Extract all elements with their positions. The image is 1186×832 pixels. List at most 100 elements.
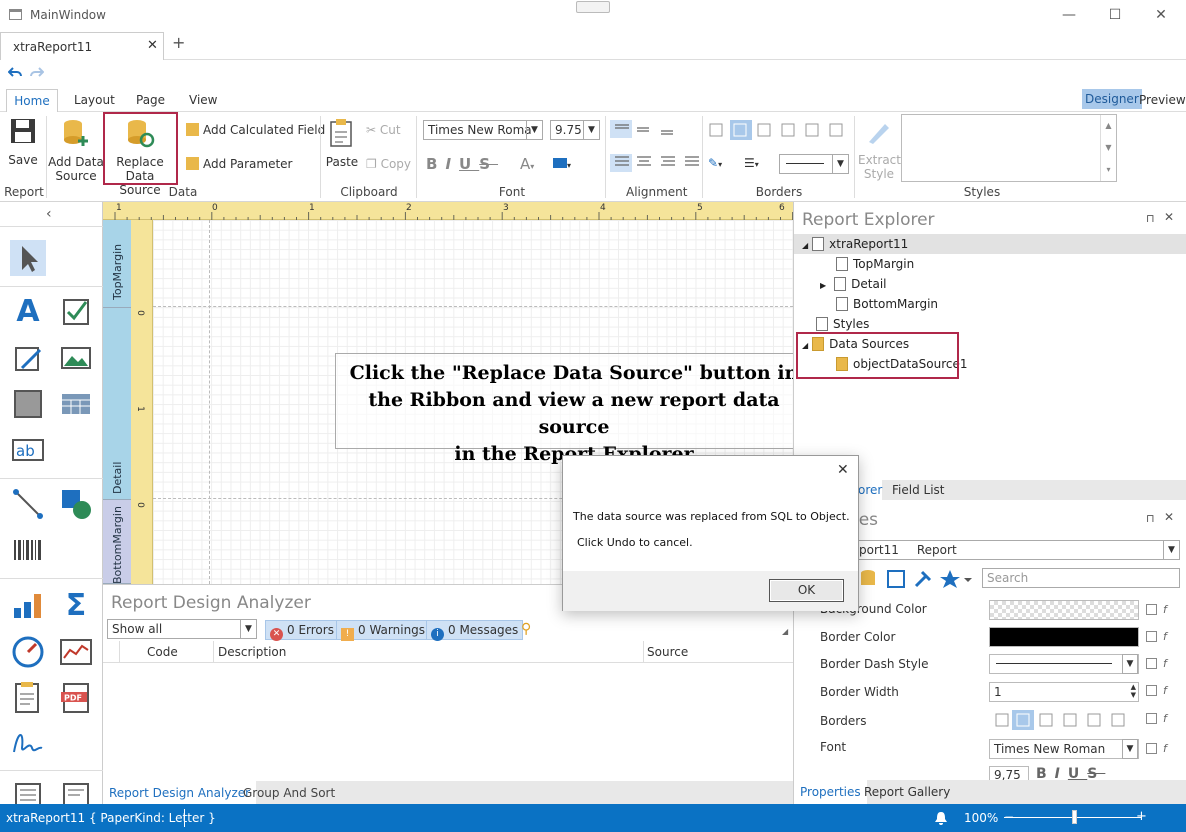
prop-checkbox[interactable] — [1146, 743, 1157, 754]
prop-checkbox[interactable] — [1146, 631, 1157, 642]
cut-button[interactable]: ✂ Cut — [366, 123, 401, 137]
pdf-tool-icon[interactable]: PDF — [58, 680, 94, 716]
pageinfo-tool-icon[interactable] — [58, 780, 94, 804]
tree-node-report[interactable]: ◢ xtraReport11 — [802, 237, 908, 251]
designer-mode-button[interactable]: Designer — [1082, 89, 1142, 109]
copy-button[interactable]: ❐ Copy — [366, 157, 411, 171]
tab-layout[interactable]: Layout — [74, 93, 115, 107]
borders-prop-icons[interactable] — [992, 710, 1142, 732]
prop-checkbox[interactable] — [1146, 713, 1157, 724]
pointer-tool[interactable] — [10, 240, 46, 276]
picture-tool-icon[interactable] — [58, 340, 94, 376]
zoom-level[interactable]: 100% — [964, 811, 998, 825]
font-size-combo[interactable]: 9.75 ▼ — [550, 120, 600, 140]
messages-filter-button[interactable]: i 0 Messages — [426, 620, 524, 641]
bell-icon[interactable] — [934, 811, 948, 825]
expression-icon[interactable]: f — [1163, 684, 1167, 697]
summary-tool-icon[interactable]: Σ — [58, 588, 94, 624]
collapse-toolbox-icon[interactable]: ‹ — [46, 206, 52, 222]
line-tool-icon[interactable] — [10, 486, 46, 522]
pin-icon[interactable]: ⊓ — [1146, 212, 1155, 225]
properties-toolbar-icons[interactable] — [860, 568, 980, 590]
close-window-button[interactable]: ✕ — [1146, 4, 1176, 26]
doc-tab-xtrareport11[interactable]: xtraReport11 ✕ — [0, 32, 164, 60]
expression-icon[interactable]: f — [1163, 657, 1167, 670]
expression-icon[interactable]: f — [1163, 630, 1167, 643]
border-color-button[interactable]: ✎▾ — [708, 156, 722, 170]
expression-icon[interactable]: f — [1163, 742, 1167, 755]
dialog-close-icon[interactable]: ✕ — [837, 462, 849, 478]
border-dash-combo-prop[interactable]: ▼ — [989, 654, 1139, 674]
prop-checkbox[interactable] — [1146, 685, 1157, 696]
border-width-spin[interactable]: 1 ▲ ▼ — [989, 682, 1139, 702]
save-button[interactable]: Save — [6, 118, 40, 167]
shape-tool-icon[interactable] — [58, 486, 94, 522]
border-width-button[interactable]: ☰▾ — [744, 156, 759, 170]
redo-icon[interactable] — [30, 66, 44, 78]
properties-close-icon[interactable]: ✕ — [1164, 510, 1174, 524]
col-description[interactable]: Description — [218, 645, 286, 659]
col-code[interactable]: Code — [147, 645, 178, 659]
report-label[interactable]: Click the "Replace Data Source" button i… — [335, 353, 793, 465]
warnings-filter-button[interactable]: ! 0 Warnings — [336, 620, 431, 641]
table-tool-icon[interactable] — [58, 386, 94, 422]
highlight-color-button[interactable]: ▾ — [553, 157, 571, 171]
analyzer-filter-combo[interactable]: Show all ▼ — [107, 619, 257, 639]
richtext-tool-icon[interactable] — [10, 340, 46, 376]
band-detail[interactable]: Detail — [103, 308, 131, 500]
zoom-slider-thumb[interactable] — [1072, 810, 1077, 824]
background-color-swatch[interactable] — [989, 600, 1139, 620]
tree-node-detail[interactable]: ▶ Detail — [820, 277, 887, 291]
new-tab-button[interactable]: + — [172, 33, 185, 52]
gallery-scroll[interactable]: ▲ ▼ ▾ — [1100, 115, 1116, 181]
tab-properties[interactable]: Properties — [794, 780, 867, 804]
tab-home[interactable]: Home — [6, 89, 58, 113]
tab-page[interactable]: Page — [136, 93, 165, 107]
col-source[interactable]: Source — [647, 645, 688, 659]
undo-icon[interactable] — [8, 66, 22, 78]
font-style-buttons[interactable]: BIUS — [426, 155, 498, 173]
add-calculated-field-button[interactable]: Add Calculated Field — [186, 123, 325, 137]
add-data-source-button[interactable]: Add Data Source — [48, 118, 104, 183]
border-dash-combo[interactable]: ▼ — [779, 154, 849, 174]
font-name-combo[interactable]: Times New Roma ▼ — [423, 120, 543, 140]
character-comb-tool-icon[interactable]: ab — [10, 432, 46, 468]
tree-node-topmargin[interactable]: TopMargin — [836, 257, 914, 271]
pin-icon[interactable]: ⊓ — [1146, 512, 1155, 525]
signature-tool-icon[interactable] — [10, 726, 46, 762]
zoom-out-icon[interactable]: − — [1004, 811, 1014, 823]
ok-button[interactable]: OK — [769, 579, 844, 602]
drag-handle[interactable] — [576, 1, 610, 13]
doc-tab-close-icon[interactable]: ✕ — [147, 38, 158, 53]
subreport-tool-icon[interactable] — [10, 680, 46, 716]
explorer-close-icon[interactable]: ✕ — [1164, 210, 1174, 224]
object-selector-combo[interactable]: port11 Report ▼ — [854, 540, 1180, 560]
band-topmargin[interactable]: TopMargin — [103, 220, 131, 308]
tree-node-styles[interactable]: Styles — [816, 317, 869, 331]
minimize-button[interactable]: — — [1054, 4, 1084, 26]
errors-filter-button[interactable]: ✕ 0 Errors — [265, 620, 339, 641]
font-prop-combo[interactable]: Times New Roman ▼ — [989, 739, 1139, 759]
expression-icon[interactable]: f — [1163, 712, 1167, 725]
band-bottommargin[interactable]: BottomMargin — [103, 500, 131, 584]
tab-field-list[interactable]: Field List — [892, 483, 945, 497]
toc-tool-icon[interactable] — [10, 780, 46, 804]
barcode-tool-icon[interactable] — [10, 532, 46, 568]
border-color-swatch[interactable] — [989, 627, 1139, 647]
filter-icon[interactable]: ⚲ — [521, 621, 531, 637]
checkbox-tool-icon[interactable] — [58, 294, 94, 330]
expression-icon[interactable]: f — [1163, 603, 1167, 616]
panel-tool-icon[interactable] — [10, 386, 46, 422]
gauge-tool-icon[interactable] — [10, 634, 46, 670]
preview-mode-button[interactable]: Preview — [1139, 93, 1186, 107]
styles-gallery[interactable]: ▲ ▼ ▾ — [901, 114, 1117, 182]
property-search-input[interactable]: Search — [982, 568, 1180, 588]
label-tool-icon[interactable]: A — [10, 294, 46, 330]
zoom-in-icon[interactable]: + — [1136, 810, 1147, 823]
tab-report-design-analyzer[interactable]: Report Design Analyzer — [103, 781, 257, 805]
prop-checkbox[interactable] — [1146, 658, 1157, 669]
add-parameter-button[interactable]: Add Parameter — [186, 157, 292, 171]
maximize-button[interactable]: ☐ — [1100, 4, 1130, 26]
font-color-button[interactable]: A▾ — [520, 155, 534, 173]
tab-group-and-sort[interactable]: Group And Sort — [243, 786, 335, 800]
